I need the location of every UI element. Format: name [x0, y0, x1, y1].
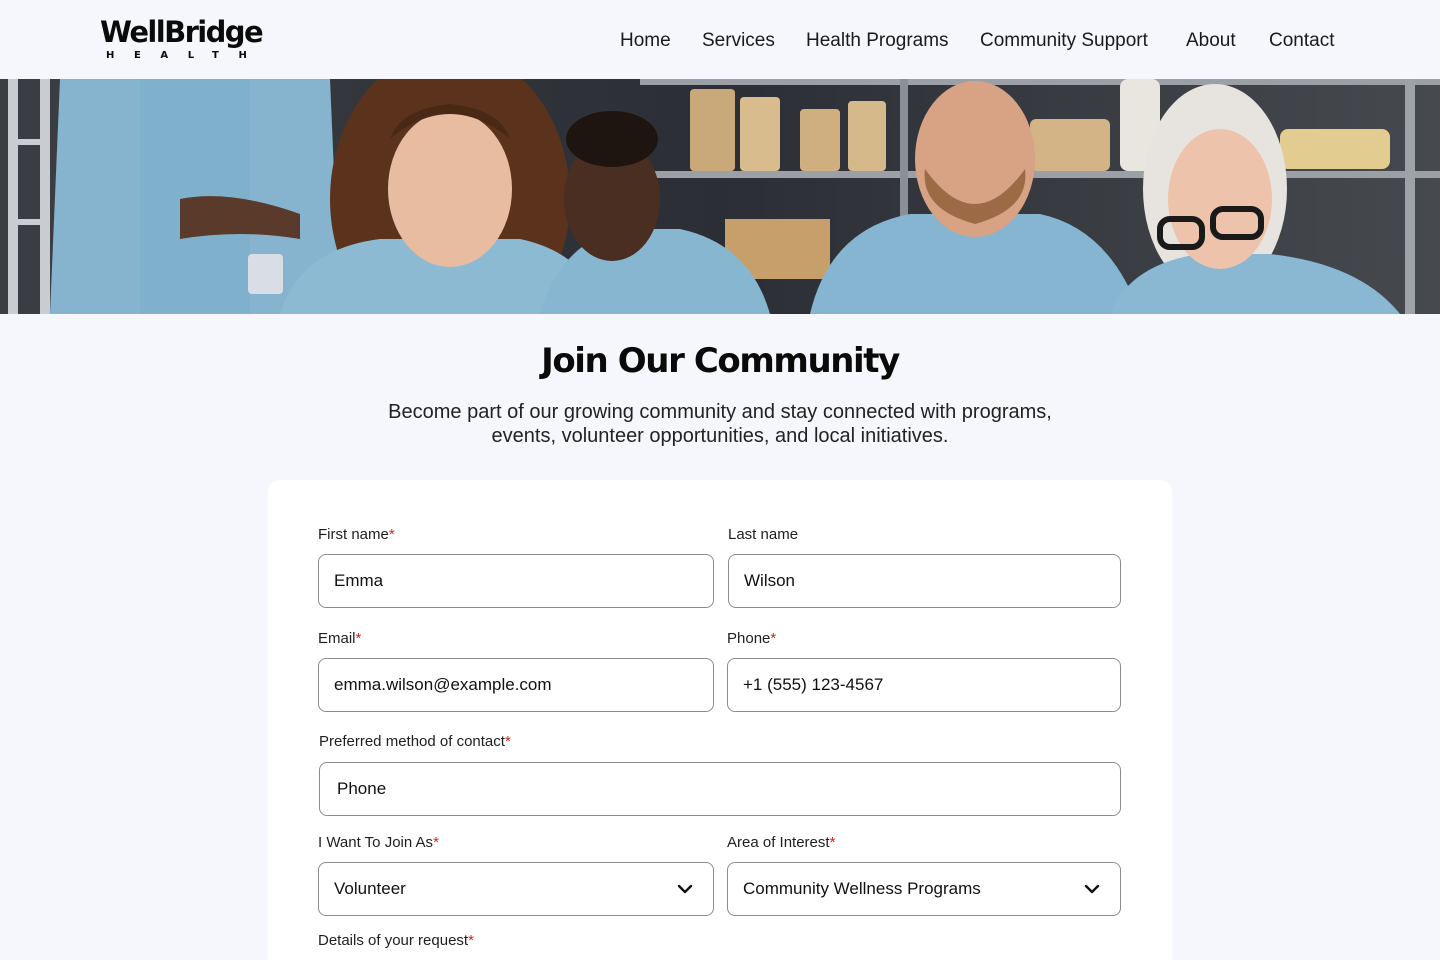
subtitle-line-2: events, volunteer opportunities, and loc…	[491, 425, 949, 447]
join-as-label: I Want To Join As*	[318, 833, 439, 853]
required-marker: *	[829, 834, 836, 851]
nav-health-programs[interactable]: Health Programs	[806, 28, 949, 54]
first-name-label-text: First name	[318, 526, 389, 543]
wellbridge-logo[interactable]: WellBridge HEALTH	[100, 14, 264, 64]
join-as-label-text: I Want To Join As	[318, 834, 434, 851]
interest-label-text: Area of Interest	[727, 834, 830, 851]
join-form-card: First name* Emma Last name Wilson Email*…	[268, 480, 1172, 960]
chevron-down-icon	[677, 884, 693, 894]
required-marker: *	[770, 630, 777, 647]
subtitle-line-1: Become part of our growing community and…	[388, 401, 1052, 423]
required-marker: *	[388, 526, 395, 543]
site-header: WellBridge HEALTH Home Services Health P…	[0, 0, 1440, 79]
email-label: Email*	[318, 629, 361, 649]
interest-value: Community Wellness Programs	[743, 879, 981, 898]
hero-image	[0, 79, 1440, 314]
contact-method-label: Preferred method of contact*	[319, 732, 511, 752]
join-as-value: Volunteer	[334, 879, 406, 898]
nav-community-support[interactable]: Community Support	[980, 28, 1148, 54]
interest-label: Area of Interest*	[727, 833, 835, 853]
required-marker: *	[433, 834, 439, 851]
contact-method-input[interactable]: Phone	[319, 762, 1121, 816]
last-name-label: Last name	[728, 526, 799, 543]
required-marker: *	[355, 630, 362, 647]
email-label-text: Email	[318, 630, 356, 647]
details-label-text: Details of your request	[318, 932, 469, 949]
nav-about[interactable]: About	[1186, 28, 1236, 54]
phone-input[interactable]: +1 (555) 123-4567	[727, 658, 1121, 712]
logo-tagline: HEALTH	[106, 50, 267, 61]
contact-method-label-text: Preferred method of contact	[319, 733, 505, 750]
first-name-input[interactable]: Emma	[318, 554, 714, 608]
join-as-select[interactable]: Volunteer	[318, 862, 714, 916]
nav-services[interactable]: Services	[702, 28, 775, 54]
required-marker: *	[504, 733, 511, 750]
interest-select[interactable]: Community Wellness Programs	[727, 862, 1121, 916]
page-subtitle: Become part of our growing community and…	[320, 400, 1120, 448]
required-marker: *	[468, 932, 474, 949]
logo-wordmark: WellBridge	[100, 15, 264, 49]
email-input[interactable]: emma.wilson@example.com	[318, 658, 714, 712]
phone-label-text: Phone	[727, 630, 771, 647]
phone-label: Phone*	[727, 629, 776, 649]
chevron-down-icon	[1084, 884, 1100, 894]
volunteers-photo	[0, 79, 1440, 314]
last-name-input[interactable]: Wilson	[728, 554, 1121, 608]
details-label: Details of your request*	[318, 931, 474, 951]
page-title: Join Our Community	[541, 341, 900, 381]
first-name-label: First name*	[318, 525, 395, 545]
nav-home[interactable]: Home	[620, 28, 671, 54]
nav-contact[interactable]: Contact	[1269, 28, 1334, 54]
